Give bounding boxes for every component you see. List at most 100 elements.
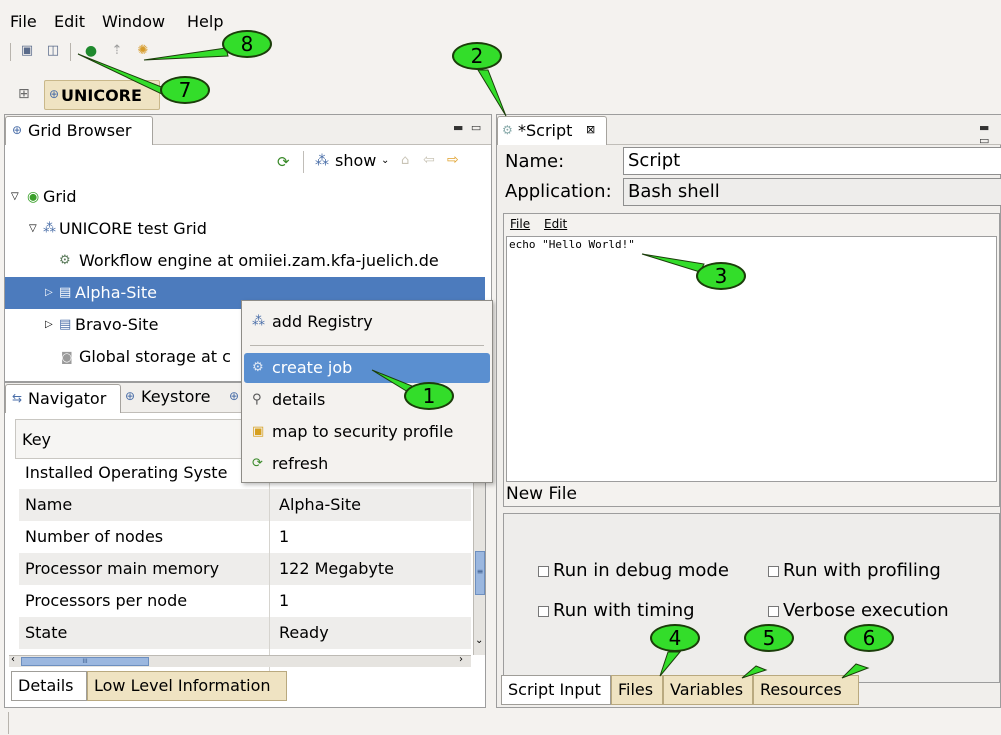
application-field[interactable]: Bash shell: [623, 178, 1001, 206]
refresh-icon[interactable]: ⟳: [277, 153, 290, 171]
save-icon[interactable]: ▣: [20, 44, 34, 58]
workflow-icon: ⚙: [59, 253, 71, 268]
globe-icon: ◉: [27, 189, 40, 205]
settings-icon[interactable]: ✺: [136, 44, 150, 58]
submit-icon[interactable]: ⇡: [110, 44, 124, 58]
expand-triangle-icon[interactable]: ▽: [29, 213, 37, 245]
menu-item-label: refresh: [272, 454, 329, 473]
table-row[interactable]: Processors per node 1: [19, 585, 471, 617]
grid-browser-tabbar: ⊕ Grid Browser ▬ ▭: [5, 115, 491, 145]
row-key: Processors per node: [25, 591, 188, 610]
menu-item-map-to-security-profile[interactable]: ▣ map to security profile: [244, 417, 490, 447]
scrollbar-thumb[interactable]: III: [21, 657, 149, 666]
tab-low-level-information[interactable]: Low Level Information: [87, 671, 287, 701]
expand-triangle-icon[interactable]: ▽: [11, 181, 19, 213]
tab-navigator-label: Navigator: [28, 389, 107, 408]
table-row[interactable]: Number of nodes 1: [19, 521, 471, 553]
refresh-icon: ⟳: [252, 456, 263, 471]
run-icon[interactable]: ●: [84, 44, 98, 58]
close-icon[interactable]: ⊠: [586, 123, 595, 136]
checkbox[interactable]: [768, 565, 779, 577]
tab-navigator[interactable]: ⇆ Navigator: [5, 384, 121, 413]
table-row[interactable]: State Ready: [19, 617, 471, 649]
script-editor-tabbar: ⚙ *Script ⊠ ▬ ▭: [497, 115, 1001, 147]
hierarchy-icon: ⁂: [252, 314, 265, 329]
checkbox[interactable]: [538, 565, 549, 577]
tree-node-unicore-test-grid[interactable]: ▽ ⁂ UNICORE test Grid: [5, 213, 485, 245]
gear-icon: ⚙: [252, 360, 264, 375]
menu-item-add-registry[interactable]: ⁂ add Registry: [244, 307, 490, 337]
row-key: Number of nodes: [25, 527, 164, 546]
tree-node-workflow-engine[interactable]: ⚙ Workflow engine at omiiei.zam.kfa-juel…: [5, 245, 485, 277]
storage-icon: ◙: [61, 350, 73, 364]
menu-file[interactable]: File: [10, 12, 37, 31]
tab-variables[interactable]: Variables: [663, 675, 753, 705]
scroll-right-icon[interactable]: ›: [459, 654, 463, 665]
collapsed-triangle-icon[interactable]: ▷: [45, 277, 53, 309]
tree-node-label: Alpha-Site: [75, 283, 157, 302]
perspective-unicore-button[interactable]: ⊕ UNICORE: [44, 80, 160, 110]
script-options: Run in debug mode Run with profiling Run…: [503, 513, 1000, 683]
tab-files[interactable]: Files: [611, 675, 663, 705]
tab-script-input[interactable]: Script Input: [501, 675, 611, 705]
checkbox[interactable]: [538, 605, 549, 617]
table-row[interactable]: Processor main memory 122 Megabyte: [19, 553, 471, 585]
tab-details[interactable]: Details: [11, 671, 87, 701]
menu-item-label: add Registry: [272, 312, 373, 331]
tab-grid-browser[interactable]: ⊕ Grid Browser: [5, 116, 153, 145]
menu-window[interactable]: Window: [102, 12, 165, 31]
row-value: 122 Megabyte: [279, 559, 394, 578]
scrollbar-thumb[interactable]: ≡: [475, 551, 485, 595]
tab-script[interactable]: ⚙ *Script ⊠: [497, 116, 607, 145]
tab-keystore[interactable]: Keystore: [141, 387, 210, 406]
script-editor-panel: ⚙ *Script ⊠ ▬ ▭ Name: Script Application…: [496, 114, 1001, 708]
save-all-icon[interactable]: ◫: [46, 44, 60, 58]
tree-node-grid[interactable]: ▽ ◉ Grid: [5, 181, 485, 213]
minimize-maximize-icon[interactable]: ▬ ▭: [979, 121, 1001, 147]
option-timing[interactable]: Run with timing: [538, 600, 695, 621]
tree-node-label: Bravo-Site: [75, 315, 159, 334]
name-field[interactable]: Script: [623, 147, 1001, 175]
collapsed-triangle-icon[interactable]: ▷: [45, 309, 53, 341]
status-bar-divider: [8, 712, 9, 734]
editor-menu-edit[interactable]: Edit: [544, 217, 567, 231]
menu-separator: [250, 345, 484, 346]
open-perspective-icon[interactable]: ⊞: [18, 86, 30, 102]
tab-script-label: *Script: [518, 121, 573, 140]
checkbox[interactable]: [768, 605, 779, 617]
tab-resources[interactable]: Resources: [753, 675, 859, 705]
back-arrow-icon[interactable]: ⇦: [423, 152, 435, 168]
code-text: echo "Hello World!": [509, 238, 635, 251]
tree-node-label: Global storage at c: [79, 347, 231, 366]
keystore-icon: ⊕: [125, 389, 136, 403]
horizontal-scrollbar[interactable]: ‹ III ›: [9, 654, 471, 667]
scroll-down-icon[interactable]: ⌄: [475, 635, 483, 646]
home-icon[interactable]: ⌂: [401, 153, 409, 168]
menu-item-create-job[interactable]: ⚙ create job: [244, 353, 490, 383]
vertical-scrollbar[interactable]: ≡ ⌄: [473, 459, 485, 655]
show-filter-dropdown[interactable]: show: [335, 151, 376, 170]
option-verbose[interactable]: Verbose execution: [768, 600, 949, 621]
menu-item-refresh[interactable]: ⟳ refresh: [244, 449, 490, 479]
menu-help[interactable]: Help: [187, 12, 223, 31]
menu-item-details[interactable]: ⚲ details: [244, 385, 490, 415]
column-key-header[interactable]: Key: [22, 430, 51, 449]
callout-1: 1: [404, 382, 454, 410]
table-row[interactable]: Name Alpha-Site: [19, 489, 471, 521]
row-value: 1: [279, 591, 290, 610]
chevron-down-icon[interactable]: ⌄: [381, 155, 389, 166]
option-profiling[interactable]: Run with profiling: [768, 560, 941, 581]
scroll-left-icon[interactable]: ‹: [11, 654, 15, 665]
navigator-icon: ⇆: [12, 391, 23, 405]
menu-edit[interactable]: Edit: [54, 12, 85, 31]
minimize-maximize-icon[interactable]: ▬ ▭: [453, 121, 483, 134]
main-toolbar: ▣ ◫ ● ⇡ ✺: [4, 40, 244, 66]
editor-menu-file[interactable]: File: [510, 217, 530, 231]
option-debug-mode[interactable]: Run in debug mode: [538, 560, 729, 581]
callout-8: 8: [222, 30, 272, 58]
code-textarea[interactable]: echo "Hello World!": [506, 236, 997, 482]
tab-grid-browser-label: Grid Browser: [28, 121, 132, 140]
callout-4: 4: [650, 624, 700, 652]
site-icon: ▤: [59, 317, 72, 332]
forward-arrow-icon[interactable]: ⇨: [447, 152, 459, 168]
